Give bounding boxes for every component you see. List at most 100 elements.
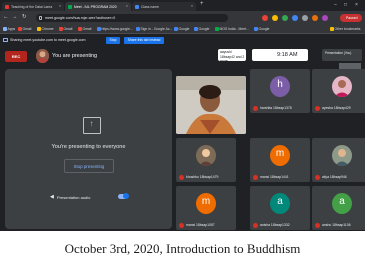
participant-video-tile[interactable] bbox=[176, 76, 246, 134]
participant-name: harshita 18bsap1378 bbox=[260, 106, 292, 110]
participant-summary[interactable]: aayushi 18bsap42 and 2 more bbox=[218, 49, 246, 63]
google-icon bbox=[136, 27, 140, 31]
presenting-message: You're presenting to everyone bbox=[51, 144, 126, 150]
profile-paused-button[interactable]: Paused bbox=[340, 14, 362, 22]
bookmark-label: Apps bbox=[7, 27, 16, 31]
mic-off-icon bbox=[315, 105, 320, 111]
participant-name: khushbu 18bsap1479 bbox=[186, 175, 219, 179]
profile-status-label: Paused bbox=[346, 16, 358, 21]
google-icon bbox=[174, 27, 178, 31]
tab-dalai-lama[interactable]: Teaching of the Dalai Lama × bbox=[2, 2, 64, 11]
participant-tile[interactable]: a anshu 18bsap1106 bbox=[312, 186, 365, 230]
bookmark-label: Gmail bbox=[63, 27, 73, 31]
close-icon[interactable]: × bbox=[191, 4, 193, 8]
tab-meet[interactable]: Meet - IUL PROGRAM 2020 × bbox=[65, 2, 131, 11]
teacher-video bbox=[176, 76, 246, 134]
mic-off-icon bbox=[253, 222, 258, 228]
bookmarks-bar: Apps Gmail Chrome Gmail Gmail https://ww… bbox=[0, 25, 365, 34]
presenting-label: You are presenting bbox=[52, 53, 98, 59]
browser-toolbar: ← → ↻ meet.google.com/hua-mjzr-wex?authu… bbox=[0, 11, 365, 25]
bookmark-chrome[interactable]: Chrome bbox=[37, 27, 54, 31]
bookmark-sign-in[interactable]: Sign in - Google Ac... bbox=[136, 27, 172, 31]
close-icon[interactable]: × bbox=[126, 4, 128, 8]
extension-icon[interactable] bbox=[312, 15, 318, 21]
browser-tab-strip: Teaching of the Dalai Lama × Meet - IUL … bbox=[0, 0, 365, 11]
meet-icon bbox=[215, 27, 219, 31]
minimize-icon[interactable]: – bbox=[334, 2, 337, 8]
folder-icon bbox=[330, 27, 334, 31]
forward-icon[interactable]: → bbox=[12, 14, 18, 20]
presentation-audio-label: Presentation audio bbox=[57, 195, 91, 200]
stop-sharing-button[interactable]: Stop bbox=[106, 36, 120, 44]
avatar[interactable] bbox=[36, 49, 49, 63]
bookmark-label: https://www.google... bbox=[101, 27, 133, 31]
stop-presenting-button[interactable]: Stop presenting bbox=[64, 159, 114, 173]
bookmark-gmail[interactable]: Gmail bbox=[78, 27, 91, 31]
share-message: Sharing meet.youtube.com to meet.google.… bbox=[10, 37, 86, 42]
bookmark-google[interactable]: Google bbox=[254, 27, 269, 31]
window-close-icon[interactable]: × bbox=[355, 2, 358, 8]
extension-icon[interactable] bbox=[302, 15, 308, 21]
participant-tile[interactable]: m mansi 18bsap1057 bbox=[176, 186, 236, 230]
extension-icon[interactable] bbox=[292, 15, 298, 21]
participant-name: anisha 18bsap1332 bbox=[260, 223, 290, 227]
bookmark-google[interactable]: Google bbox=[194, 27, 209, 31]
bookmark-other[interactable]: Other bookmarks bbox=[330, 27, 361, 31]
meeting-clock: 9:18 AM bbox=[277, 52, 298, 58]
participant-tile[interactable]: aliya 18bsap946 bbox=[312, 138, 365, 182]
mic-off-icon bbox=[253, 105, 258, 111]
participant-tile[interactable]: a anisha 18bsap1332 bbox=[250, 186, 310, 230]
bookmark-google-link[interactable]: https://www.google... bbox=[97, 27, 133, 31]
bookmark-gmail[interactable]: Gmail bbox=[59, 27, 72, 31]
address-bar[interactable]: meet.google.com/hua-mjzr-wex?authuser=0 bbox=[36, 14, 228, 22]
bookmark-gmail[interactable]: Gmail bbox=[18, 27, 31, 31]
participant-tile[interactable]: khushbu 18bsap1479 bbox=[176, 138, 236, 182]
participant-name: anshu 18bsap1106 bbox=[322, 223, 351, 227]
participant-tile[interactable]: ayesha 18bsap429 bbox=[312, 69, 365, 113]
mic-off-icon bbox=[179, 222, 184, 228]
tab-label: Class name bbox=[141, 4, 159, 9]
gmail-icon bbox=[78, 27, 82, 31]
participant-avatar: a bbox=[270, 193, 290, 214]
bookmark-mos-india[interactable]: MOS India - Meet... bbox=[215, 27, 249, 31]
speaker-icon: ◀ bbox=[50, 194, 54, 200]
google-icon bbox=[254, 27, 258, 31]
participant-avatar: a bbox=[332, 193, 352, 214]
extension-icon[interactable] bbox=[262, 15, 268, 21]
participant-name: aliya 18bsap946 bbox=[322, 175, 347, 179]
recording-badge: REC bbox=[5, 51, 27, 62]
bookmark-apps[interactable]: Apps bbox=[3, 27, 15, 31]
participant-avatar: h bbox=[270, 76, 290, 97]
rec-label: REC bbox=[11, 54, 21, 59]
bookmark-label: Gmail bbox=[22, 27, 32, 31]
tab-class[interactable]: Class name × bbox=[132, 2, 196, 11]
back-icon[interactable]: ← bbox=[3, 14, 9, 20]
google-icon bbox=[194, 27, 198, 31]
share-this-tab-button[interactable]: Share this tab instead bbox=[124, 36, 164, 44]
apps-icon bbox=[3, 27, 7, 31]
screenshot-frame: Teaching of the Dalai Lama × Meet - IUL … bbox=[0, 0, 365, 261]
bookmark-google[interactable]: Google bbox=[174, 27, 189, 31]
classroom-icon bbox=[135, 4, 139, 9]
gmail-icon bbox=[59, 27, 63, 31]
participant-tile[interactable]: h harshita 18bsap1378 bbox=[250, 69, 310, 113]
participant-photo bbox=[332, 145, 352, 166]
presentation-tile-label[interactable]: Presentation (You) bbox=[322, 49, 362, 61]
participant-tile[interactable]: m mansi 18bsap1441 bbox=[250, 138, 310, 182]
bookmark-label: Chrome bbox=[41, 27, 54, 31]
mic-off-icon bbox=[253, 174, 258, 180]
extension-icon[interactable] bbox=[282, 15, 288, 21]
bookmark-label: Google bbox=[198, 27, 210, 31]
reload-icon[interactable]: ↻ bbox=[22, 14, 27, 20]
participant-photo bbox=[196, 145, 216, 166]
participant-photo bbox=[332, 76, 352, 97]
extension-icon[interactable] bbox=[322, 15, 328, 21]
chrome-icon bbox=[37, 27, 41, 31]
bookmark-label: MOS India - Meet... bbox=[219, 27, 249, 31]
maximize-icon[interactable]: □ bbox=[344, 2, 347, 8]
new-tab-icon[interactable]: + bbox=[200, 1, 204, 7]
gmail-icon bbox=[18, 27, 22, 31]
participant-summary-text: aayushi 18bsap42 and 2 more bbox=[220, 50, 245, 63]
close-icon[interactable]: × bbox=[59, 4, 61, 8]
extension-icon[interactable] bbox=[272, 15, 278, 21]
